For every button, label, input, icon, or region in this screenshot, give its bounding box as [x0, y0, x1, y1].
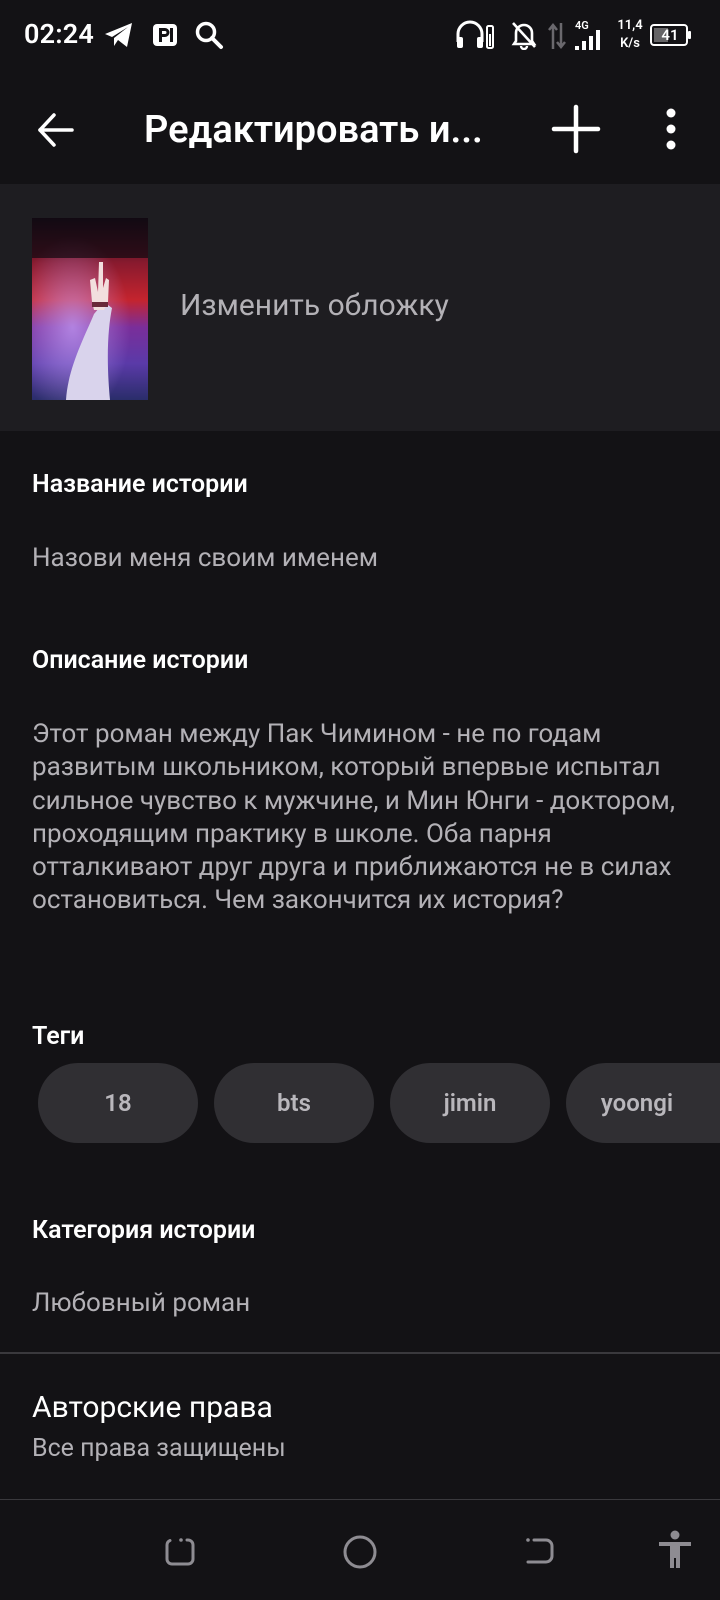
category-field[interactable]: Любовный роман — [32, 1288, 250, 1318]
copyright-label: Авторские права — [32, 1390, 273, 1425]
more-vert-icon[interactable] — [656, 106, 686, 152]
story-description-field[interactable]: Этот роман между Пак Чимином - не по год… — [32, 718, 696, 918]
story-title-label: Название истории — [32, 470, 248, 499]
status-bar: 02:24 4G 11,4 K/s 41 — [0, 0, 720, 74]
back-arrow-icon[interactable] — [36, 110, 76, 150]
tag-chip[interactable]: 18 — [38, 1063, 198, 1143]
bell-off-icon — [511, 22, 537, 50]
tag-chip[interactable]: jimin — [390, 1063, 550, 1143]
back-icon[interactable] — [524, 1536, 556, 1568]
system-nav-bar — [0, 1500, 720, 1600]
tags-label: Теги — [32, 1022, 85, 1051]
story-description-label: Описание истории — [32, 646, 249, 675]
battery-level: 41 — [661, 26, 679, 44]
search-icon — [195, 21, 223, 49]
home-icon[interactable] — [342, 1534, 378, 1570]
tag-chip[interactable]: bts — [214, 1063, 374, 1143]
headphones-icon — [456, 20, 494, 49]
data-arrows-icon — [548, 22, 566, 50]
change-cover-label[interactable]: Изменить обложку — [180, 288, 449, 323]
battery-icon: 41 — [650, 24, 692, 46]
app-bar: Редактировать и... — [0, 74, 720, 184]
signal-4g-icon — [575, 30, 600, 50]
recents-icon[interactable] — [164, 1536, 196, 1568]
change-cover-row[interactable]: Изменить обложку — [0, 184, 720, 431]
page-title: Редактировать и... — [144, 108, 483, 152]
net-speed-value: 11,4 — [617, 18, 643, 33]
parking-app-icon — [153, 24, 177, 46]
tag-chip[interactable]: yoongi — [566, 1063, 720, 1143]
telegram-icon — [105, 23, 132, 47]
status-time: 02:24 — [24, 18, 95, 50]
copyright-value: Все права защищены — [32, 1434, 286, 1463]
category-label: Категория истории — [32, 1216, 256, 1245]
story-title-field[interactable]: Назови меня своим именем — [32, 543, 378, 573]
plus-icon[interactable] — [551, 104, 601, 154]
net-speed-unit: K/s — [620, 36, 640, 51]
accessibility-icon[interactable] — [657, 1530, 693, 1570]
divider — [0, 1352, 720, 1354]
cover-image[interactable] — [32, 218, 148, 400]
